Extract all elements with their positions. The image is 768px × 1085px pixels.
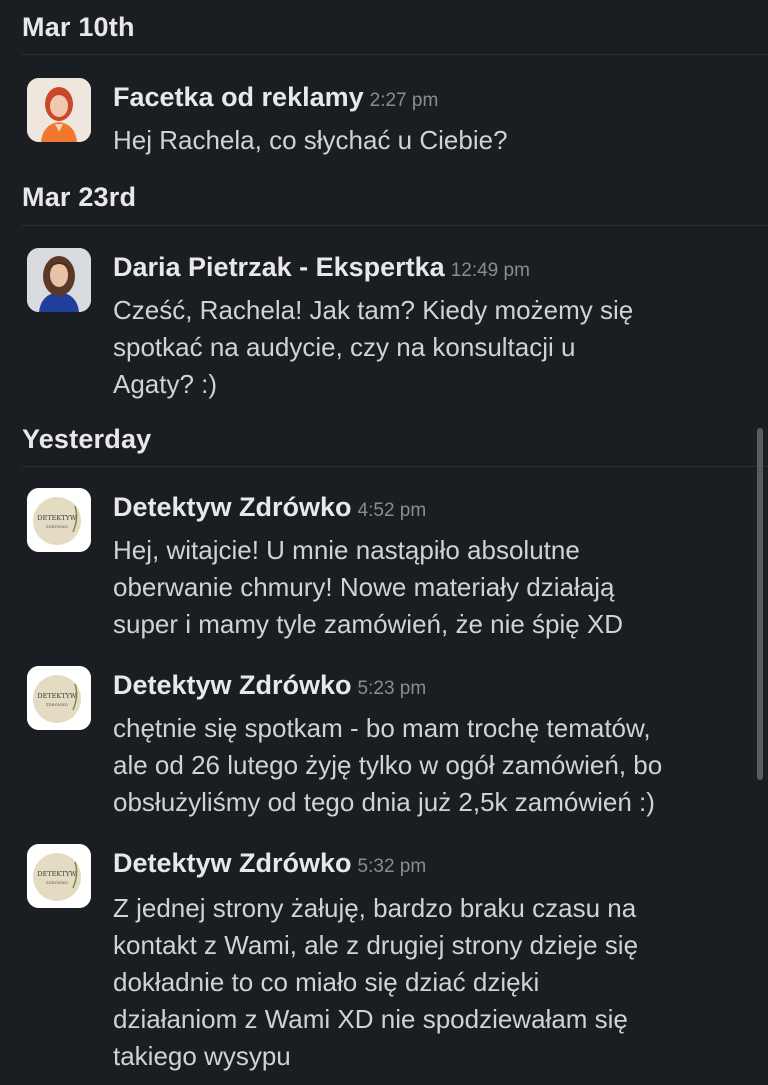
logo-text-2: ZDRÓWKO <box>46 880 69 885</box>
message-line: spotkać na audycie, czy na konsultacji u <box>113 332 576 362</box>
user-photo-icon <box>27 78 91 142</box>
message-line: Hej Rachela, co słychać u Ciebie? <box>113 125 508 155</box>
sender-name[interactable]: Detektyw Zdrówko 5:32 pm <box>113 848 426 879</box>
date-divider-yesterday: Yesterday <box>22 424 152 454</box>
message-line: obsłużyliśmy od tego dnia już 2,5k zamów… <box>113 787 655 817</box>
sender-label[interactable]: Daria Pietrzak - Ekspertka <box>113 252 445 282</box>
brand-logo-icon: DETEKTYW ZDRÓWKO <box>27 488 91 552</box>
message-line: super i mamy tyle zamówień, że nie śpię … <box>113 609 624 639</box>
divider-line <box>22 54 768 55</box>
avatar[interactable] <box>27 78 91 142</box>
message-line: ale od 26 lutego żyję tylko w ogół zamów… <box>113 750 663 780</box>
message-line: działaniom z Wami XD nie spodziewałam si… <box>113 1004 628 1034</box>
date-divider-mar-10: Mar 10th <box>22 12 135 42</box>
logo-text-2: ZDRÓWKO <box>46 524 69 529</box>
sender-label[interactable]: Facetka od reklamy <box>113 82 364 112</box>
sender-name[interactable]: Daria Pietrzak - Ekspertka 12:49 pm <box>113 252 530 283</box>
logo-text-1: DETEKTYW <box>37 692 77 700</box>
message-timestamp[interactable]: 5:23 pm <box>358 678 427 699</box>
sender-label[interactable]: Detektyw Zdrówko <box>113 492 352 522</box>
message-timestamp[interactable]: 4:52 pm <box>358 500 427 521</box>
message-line: takiego wysypu <box>113 1041 291 1071</box>
message-text: chętnie się spotkam - bo mam trochę tema… <box>113 710 753 821</box>
scrollbar-thumb[interactable] <box>757 428 763 780</box>
sender-name[interactable]: Detektyw Zdrówko 5:23 pm <box>113 670 426 701</box>
message-line: chętnie się spotkam - bo mam trochę tema… <box>113 713 651 743</box>
avatar[interactable]: DETEKTYW ZDRÓWKO <box>27 844 91 908</box>
message-line: Hej, witajcie! U mnie nastąpiło absolutn… <box>113 535 580 565</box>
message-text: Hej, witajcie! U mnie nastąpiło absolutn… <box>113 532 753 643</box>
avatar[interactable]: DETEKTYW ZDRÓWKO <box>27 488 91 552</box>
message-timestamp[interactable]: 2:27 pm <box>370 90 439 111</box>
sender-name[interactable]: Facetka od reklamy 2:27 pm <box>113 82 438 113</box>
logo-text-2: ZDRÓWKO <box>46 702 69 707</box>
logo-text-1: DETEKTYW <box>37 514 77 522</box>
message-feed[interactable]: Mar 10th Facetka od reklamy 2:27 pm Hej R… <box>0 0 768 1085</box>
brand-logo-icon: DETEKTYW ZDRÓWKO <box>27 844 91 908</box>
message-text: Z jednej strony żałuję, bardzo braku cza… <box>113 890 753 1075</box>
message-line: Cześć, Rachela! Jak tam? Kiedy możemy si… <box>113 295 634 325</box>
message-line: oberwanie chmury! Nowe materiały działaj… <box>113 572 615 602</box>
message-text: Cześć, Rachela! Jak tam? Kiedy możemy si… <box>113 292 753 403</box>
sender-label[interactable]: Detektyw Zdrówko <box>113 848 352 878</box>
brand-logo-icon: DETEKTYW ZDRÓWKO <box>27 666 91 730</box>
message-line: dokładnie to co miało się dziać dzięki <box>113 967 540 997</box>
message-line: Agaty? :) <box>113 369 218 399</box>
logo-text-1: DETEKTYW <box>37 870 77 878</box>
message-timestamp[interactable]: 5:32 pm <box>358 856 427 877</box>
message-text: Hej Rachela, co słychać u Ciebie? <box>113 122 753 159</box>
message-timestamp[interactable]: 12:49 pm <box>451 260 530 281</box>
message-line: kontakt z Wami, ale z drugiej strony dzi… <box>113 930 639 960</box>
sender-name[interactable]: Detektyw Zdrówko 4:52 pm <box>113 492 426 523</box>
avatar[interactable]: DETEKTYW ZDRÓWKO <box>27 666 91 730</box>
date-divider-mar-23: Mar 23rd <box>22 182 137 212</box>
divider-line <box>22 466 768 467</box>
message-line: Z jednej strony żałuję, bardzo braku cza… <box>113 893 637 923</box>
sender-label[interactable]: Detektyw Zdrówko <box>113 670 352 700</box>
divider-line <box>22 225 768 226</box>
avatar[interactable] <box>27 248 91 312</box>
user-photo-icon <box>27 248 91 312</box>
